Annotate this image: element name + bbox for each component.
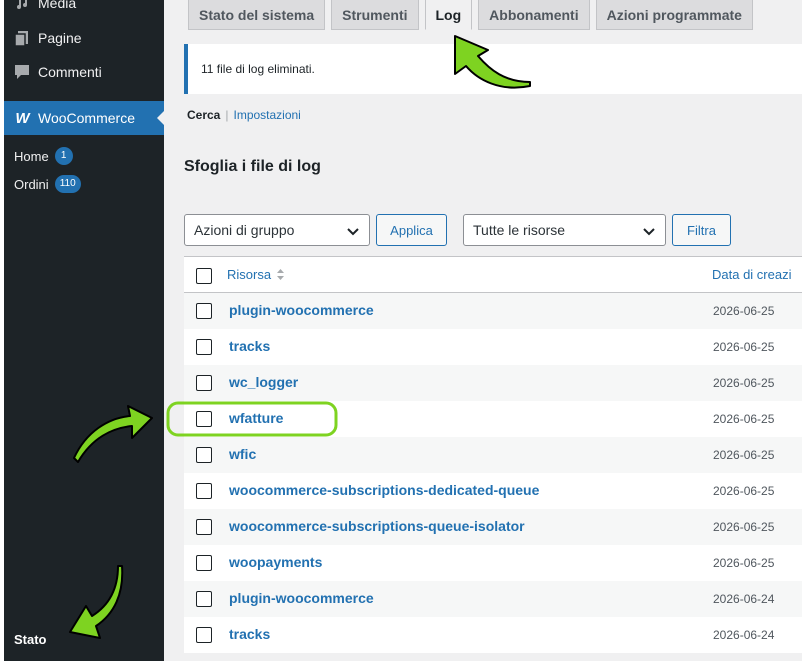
row-checkbox[interactable] (196, 519, 212, 535)
select-value: Tutte le risorse (473, 222, 566, 238)
sidebar-item-pagine[interactable]: Pagine (4, 21, 164, 55)
column-label: Risorsa (227, 267, 272, 282)
admin-sidebar: Media Pagine Commenti W WooCommerce Home… (4, 0, 164, 661)
table-header: Risorsa Data di creazi (184, 257, 802, 293)
table-body: plugin-woocommerce 2026-06-25 tracks 2026-0… (184, 293, 802, 653)
table-row: plugin-woocommerce 2026-06-24 (184, 581, 802, 617)
row-checkbox[interactable] (196, 447, 212, 463)
comment-icon (12, 62, 32, 82)
submenu-item-home[interactable]: Home 1 (14, 147, 73, 165)
main-content: Stato del sistema Strumenti Log Abboname… (164, 0, 802, 661)
log-date: 2026-06-25 (713, 520, 775, 534)
table-row: wfatture 2026-06-25 (184, 401, 802, 437)
log-date: 2026-06-24 (713, 628, 775, 642)
notice-text: 11 file di log eliminati. (201, 62, 315, 76)
filter-button[interactable]: Filtra (672, 214, 731, 246)
table-row: wc_logger 2026-06-25 (184, 365, 802, 401)
sidebar-item-label: Commenti (38, 64, 102, 80)
chevron-down-icon (643, 228, 655, 236)
sidebar-item-commenti[interactable]: Commenti (4, 55, 164, 89)
log-date: 2026-06-25 (713, 448, 775, 462)
table-row: woocommerce-subscriptions-queue-isolator… (184, 509, 802, 545)
subnav: Cerca | Impostazioni (187, 108, 301, 122)
sidebar-item-label: Media (38, 0, 77, 11)
sort-icon (277, 269, 285, 280)
table-row: woopayments 2026-06-25 (184, 545, 802, 581)
tab-stato-del-sistema[interactable]: Stato del sistema (188, 0, 326, 30)
table-row: wfic 2026-06-25 (184, 437, 802, 473)
log-date: 2026-06-25 (713, 556, 775, 570)
success-notice: 11 file di log eliminati. (184, 44, 802, 94)
submenu-item-stato[interactable]: Stato (14, 632, 47, 647)
sidebar-item-label: Pagine (38, 30, 82, 46)
tab-log[interactable]: Log (424, 0, 473, 30)
log-source-link[interactable]: woocommerce-subscriptions-dedicated-queu… (229, 482, 539, 498)
section-title: Sfoglia i file di log (184, 158, 321, 175)
select-all-checkbox[interactable] (196, 268, 212, 284)
nav-tabs: Stato del sistema Strumenti Log Abboname… (188, 0, 759, 30)
table-row: tracks 2026-06-25 (184, 329, 802, 365)
sidebar-item-woocommerce[interactable]: W WooCommerce (4, 101, 164, 135)
submenu-label: Home (14, 148, 49, 164)
row-checkbox[interactable] (196, 375, 212, 391)
select-value: Azioni di gruppo (194, 222, 295, 238)
table-row: woocommerce-subscriptions-dedicated-queu… (184, 473, 802, 509)
media-icon (12, 0, 32, 13)
log-source-link[interactable]: tracks (229, 338, 270, 354)
submenu-item-ordini[interactable]: Ordini 110 (14, 175, 81, 193)
chevron-down-icon (347, 228, 359, 236)
row-checkbox[interactable] (196, 591, 212, 607)
log-date: 2026-06-25 (713, 340, 775, 354)
sidebar-item-label: WooCommerce (38, 110, 135, 126)
subnav-separator: | (225, 108, 229, 122)
log-source-link[interactable]: plugin-woocommerce (229, 590, 374, 606)
log-source-link[interactable]: woocommerce-subscriptions-queue-isolator (229, 518, 525, 534)
sidebar-item-media[interactable]: Media (4, 0, 164, 20)
page-icon (12, 28, 32, 48)
column-header-date[interactable]: Data di creazi (712, 267, 791, 282)
notification-badge: 1 (54, 147, 73, 165)
row-checkbox[interactable] (196, 303, 212, 319)
submenu-label: Ordini (14, 176, 49, 192)
tab-abbonamenti[interactable]: Abbonamenti (478, 0, 590, 30)
log-source-link[interactable]: plugin-woocommerce (229, 302, 374, 318)
log-files-table: Risorsa Data di creazi plugin-woocommerc… (184, 256, 802, 653)
row-checkbox[interactable] (196, 483, 212, 499)
subnav-current: Cerca (187, 108, 221, 122)
table-row: tracks 2026-06-24 (184, 617, 802, 653)
log-date: 2026-06-25 (713, 304, 775, 318)
log-date: 2026-06-24 (713, 592, 775, 606)
row-checkbox[interactable] (196, 411, 212, 427)
log-source-link[interactable]: wfic (229, 446, 256, 462)
log-source-link[interactable]: tracks (229, 626, 270, 642)
bulk-actions-select[interactable]: Azioni di gruppo (184, 214, 370, 246)
order-count-badge: 110 (54, 175, 81, 193)
row-checkbox[interactable] (196, 555, 212, 571)
tab-strumenti[interactable]: Strumenti (331, 0, 419, 30)
log-date: 2026-06-25 (713, 376, 775, 390)
sources-select[interactable]: Tutte le risorse (463, 214, 666, 246)
log-source-link[interactable]: wc_logger (229, 374, 298, 390)
log-date: 2026-06-25 (713, 412, 775, 426)
row-checkbox[interactable] (196, 339, 212, 355)
column-header-source[interactable]: Risorsa (227, 267, 285, 282)
woocommerce-icon: W (15, 109, 29, 127)
row-checkbox[interactable] (196, 627, 212, 643)
log-date: 2026-06-25 (713, 484, 775, 498)
table-row: plugin-woocommerce 2026-06-25 (184, 293, 802, 329)
subnav-link-settings[interactable]: Impostazioni (233, 108, 300, 122)
tab-azioni-programmate[interactable]: Azioni programmate (595, 0, 753, 30)
log-source-link[interactable]: wfatture (229, 410, 283, 426)
apply-button[interactable]: Applica (376, 214, 447, 246)
log-source-link[interactable]: woopayments (229, 554, 322, 570)
